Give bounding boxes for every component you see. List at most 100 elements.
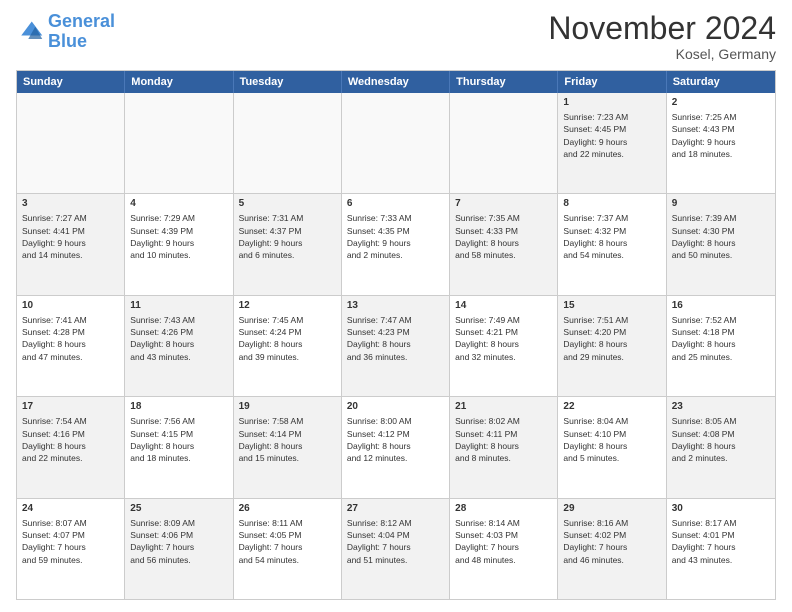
header: General Blue November 2024 Kosel, German… — [16, 12, 776, 62]
cal-cell-1-5 — [450, 93, 558, 193]
cal-cell-1-2 — [125, 93, 233, 193]
cell-text: Sunrise: 8:16 AM Sunset: 4:02 PM Dayligh… — [563, 517, 660, 566]
cell-text: Sunrise: 7:52 AM Sunset: 4:18 PM Dayligh… — [672, 314, 770, 363]
day-number: 8 — [563, 197, 660, 211]
calendar-row-5: 24Sunrise: 8:07 AM Sunset: 4:07 PM Dayli… — [17, 498, 775, 599]
cell-text: Sunrise: 7:33 AM Sunset: 4:35 PM Dayligh… — [347, 212, 444, 261]
calendar-row-4: 17Sunrise: 7:54 AM Sunset: 4:16 PM Dayli… — [17, 396, 775, 497]
calendar-body: 1Sunrise: 7:23 AM Sunset: 4:45 PM Daylig… — [17, 93, 775, 599]
logo-line1: General — [48, 11, 115, 31]
day-number: 16 — [672, 299, 770, 313]
cal-cell-3-3: 12Sunrise: 7:45 AM Sunset: 4:24 PM Dayli… — [234, 296, 342, 396]
cell-text: Sunrise: 8:17 AM Sunset: 4:01 PM Dayligh… — [672, 517, 770, 566]
cal-cell-1-7: 2Sunrise: 7:25 AM Sunset: 4:43 PM Daylig… — [667, 93, 775, 193]
cell-text: Sunrise: 8:07 AM Sunset: 4:07 PM Dayligh… — [22, 517, 119, 566]
header-cell-saturday: Saturday — [667, 71, 775, 93]
day-number: 29 — [563, 502, 660, 516]
day-number: 3 — [22, 197, 119, 211]
day-number: 12 — [239, 299, 336, 313]
cell-text: Sunrise: 7:43 AM Sunset: 4:26 PM Dayligh… — [130, 314, 227, 363]
cell-text: Sunrise: 8:11 AM Sunset: 4:05 PM Dayligh… — [239, 517, 336, 566]
cell-text: Sunrise: 7:54 AM Sunset: 4:16 PM Dayligh… — [22, 415, 119, 464]
cal-cell-5-2: 25Sunrise: 8:09 AM Sunset: 4:06 PM Dayli… — [125, 499, 233, 599]
cell-text: Sunrise: 7:35 AM Sunset: 4:33 PM Dayligh… — [455, 212, 552, 261]
cal-cell-4-5: 21Sunrise: 8:02 AM Sunset: 4:11 PM Dayli… — [450, 397, 558, 497]
cell-text: Sunrise: 7:29 AM Sunset: 4:39 PM Dayligh… — [130, 212, 227, 261]
cal-cell-2-2: 4Sunrise: 7:29 AM Sunset: 4:39 PM Daylig… — [125, 194, 233, 294]
cal-cell-4-3: 19Sunrise: 7:58 AM Sunset: 4:14 PM Dayli… — [234, 397, 342, 497]
header-cell-wednesday: Wednesday — [342, 71, 450, 93]
logo: General Blue — [16, 12, 115, 52]
day-number: 17 — [22, 400, 119, 414]
day-number: 26 — [239, 502, 336, 516]
cell-text: Sunrise: 8:14 AM Sunset: 4:03 PM Dayligh… — [455, 517, 552, 566]
cal-cell-5-6: 29Sunrise: 8:16 AM Sunset: 4:02 PM Dayli… — [558, 499, 666, 599]
logo-icon — [16, 18, 44, 46]
calendar: SundayMondayTuesdayWednesdayThursdayFrid… — [16, 70, 776, 600]
day-number: 9 — [672, 197, 770, 211]
cell-text: Sunrise: 7:58 AM Sunset: 4:14 PM Dayligh… — [239, 415, 336, 464]
cal-cell-5-3: 26Sunrise: 8:11 AM Sunset: 4:05 PM Dayli… — [234, 499, 342, 599]
logo-line2: Blue — [48, 31, 87, 51]
calendar-row-1: 1Sunrise: 7:23 AM Sunset: 4:45 PM Daylig… — [17, 93, 775, 193]
calendar-row-2: 3Sunrise: 7:27 AM Sunset: 4:41 PM Daylig… — [17, 193, 775, 294]
cell-text: Sunrise: 8:00 AM Sunset: 4:12 PM Dayligh… — [347, 415, 444, 464]
day-number: 11 — [130, 299, 227, 313]
header-cell-friday: Friday — [558, 71, 666, 93]
title-block: November 2024 Kosel, Germany — [548, 12, 776, 62]
cal-cell-2-5: 7Sunrise: 7:35 AM Sunset: 4:33 PM Daylig… — [450, 194, 558, 294]
calendar-header: SundayMondayTuesdayWednesdayThursdayFrid… — [17, 71, 775, 93]
day-number: 25 — [130, 502, 227, 516]
cell-text: Sunrise: 7:23 AM Sunset: 4:45 PM Dayligh… — [563, 111, 660, 160]
day-number: 22 — [563, 400, 660, 414]
day-number: 2 — [672, 96, 770, 110]
day-number: 5 — [239, 197, 336, 211]
cal-cell-3-4: 13Sunrise: 7:47 AM Sunset: 4:23 PM Dayli… — [342, 296, 450, 396]
cal-cell-3-6: 15Sunrise: 7:51 AM Sunset: 4:20 PM Dayli… — [558, 296, 666, 396]
cell-text: Sunrise: 7:49 AM Sunset: 4:21 PM Dayligh… — [455, 314, 552, 363]
cal-cell-3-5: 14Sunrise: 7:49 AM Sunset: 4:21 PM Dayli… — [450, 296, 558, 396]
cell-text: Sunrise: 8:09 AM Sunset: 4:06 PM Dayligh… — [130, 517, 227, 566]
cal-cell-1-4 — [342, 93, 450, 193]
cal-cell-4-6: 22Sunrise: 8:04 AM Sunset: 4:10 PM Dayli… — [558, 397, 666, 497]
cal-cell-1-3 — [234, 93, 342, 193]
cal-cell-4-1: 17Sunrise: 7:54 AM Sunset: 4:16 PM Dayli… — [17, 397, 125, 497]
cal-cell-2-4: 6Sunrise: 7:33 AM Sunset: 4:35 PM Daylig… — [342, 194, 450, 294]
cal-cell-3-1: 10Sunrise: 7:41 AM Sunset: 4:28 PM Dayli… — [17, 296, 125, 396]
header-cell-monday: Monday — [125, 71, 233, 93]
cell-text: Sunrise: 7:45 AM Sunset: 4:24 PM Dayligh… — [239, 314, 336, 363]
header-cell-tuesday: Tuesday — [234, 71, 342, 93]
day-number: 6 — [347, 197, 444, 211]
cal-cell-4-2: 18Sunrise: 7:56 AM Sunset: 4:15 PM Dayli… — [125, 397, 233, 497]
cal-cell-2-7: 9Sunrise: 7:39 AM Sunset: 4:30 PM Daylig… — [667, 194, 775, 294]
month-title: November 2024 — [548, 12, 776, 44]
day-number: 18 — [130, 400, 227, 414]
cal-cell-3-2: 11Sunrise: 7:43 AM Sunset: 4:26 PM Dayli… — [125, 296, 233, 396]
header-cell-sunday: Sunday — [17, 71, 125, 93]
cal-cell-4-7: 23Sunrise: 8:05 AM Sunset: 4:08 PM Dayli… — [667, 397, 775, 497]
day-number: 28 — [455, 502, 552, 516]
cal-cell-2-1: 3Sunrise: 7:27 AM Sunset: 4:41 PM Daylig… — [17, 194, 125, 294]
cell-text: Sunrise: 7:56 AM Sunset: 4:15 PM Dayligh… — [130, 415, 227, 464]
cal-cell-3-7: 16Sunrise: 7:52 AM Sunset: 4:18 PM Dayli… — [667, 296, 775, 396]
calendar-row-3: 10Sunrise: 7:41 AM Sunset: 4:28 PM Dayli… — [17, 295, 775, 396]
cell-text: Sunrise: 8:02 AM Sunset: 4:11 PM Dayligh… — [455, 415, 552, 464]
cal-cell-2-6: 8Sunrise: 7:37 AM Sunset: 4:32 PM Daylig… — [558, 194, 666, 294]
page: General Blue November 2024 Kosel, German… — [0, 0, 792, 612]
cal-cell-4-4: 20Sunrise: 8:00 AM Sunset: 4:12 PM Dayli… — [342, 397, 450, 497]
day-number: 20 — [347, 400, 444, 414]
logo-text: General Blue — [48, 12, 115, 52]
cell-text: Sunrise: 7:37 AM Sunset: 4:32 PM Dayligh… — [563, 212, 660, 261]
cal-cell-2-3: 5Sunrise: 7:31 AM Sunset: 4:37 PM Daylig… — [234, 194, 342, 294]
day-number: 15 — [563, 299, 660, 313]
day-number: 4 — [130, 197, 227, 211]
day-number: 24 — [22, 502, 119, 516]
cell-text: Sunrise: 7:31 AM Sunset: 4:37 PM Dayligh… — [239, 212, 336, 261]
cal-cell-5-4: 27Sunrise: 8:12 AM Sunset: 4:04 PM Dayli… — [342, 499, 450, 599]
day-number: 13 — [347, 299, 444, 313]
cell-text: Sunrise: 8:05 AM Sunset: 4:08 PM Dayligh… — [672, 415, 770, 464]
cal-cell-1-1 — [17, 93, 125, 193]
day-number: 14 — [455, 299, 552, 313]
day-number: 30 — [672, 502, 770, 516]
cell-text: Sunrise: 8:04 AM Sunset: 4:10 PM Dayligh… — [563, 415, 660, 464]
